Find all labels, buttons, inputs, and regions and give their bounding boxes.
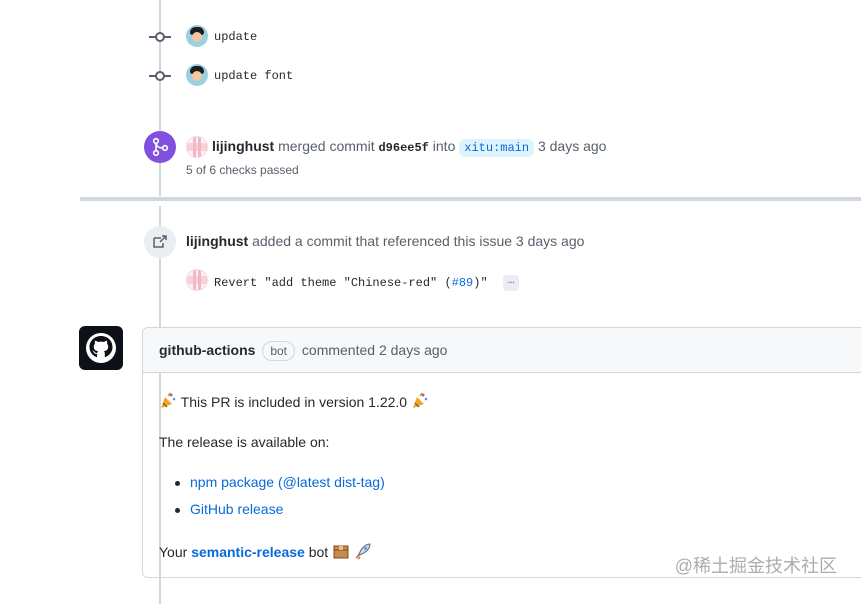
commit-icon — [149, 71, 171, 81]
commit-sha-link[interactable]: d96ee5f — [378, 141, 428, 155]
user-link[interactable]: lijinghust — [212, 138, 274, 154]
comment-line-version: This PR is included in version 1.22.0 — [159, 392, 429, 413]
comment-author-link[interactable]: github-actions — [159, 342, 255, 358]
referenced-commit[interactable]: Revert "add theme "Chinese-red" (#89)" … — [214, 275, 520, 291]
github-logo-icon[interactable] — [79, 326, 123, 370]
timeline-line-top — [159, 0, 161, 196]
footer-prefix: Your — [159, 544, 188, 560]
merge-action: merged commit — [278, 138, 375, 154]
avatar[interactable] — [186, 25, 208, 47]
comment-header-text: github-actions bot commented 2 days ago — [159, 341, 447, 361]
reference-event-description: added a commit that referenced this issu… — [252, 233, 585, 249]
comment-footer: Your semantic-release bot — [159, 542, 372, 563]
issue-link[interactable]: #89 — [452, 276, 474, 290]
avatar[interactable] — [186, 64, 208, 86]
merge-time[interactable]: 3 days ago — [538, 138, 607, 154]
footer-suffix: bot — [308, 544, 329, 560]
rocket-icon — [354, 542, 372, 563]
avatar[interactable] — [186, 269, 208, 291]
merge-event-text: lijinghust merged commit d96ee5f into xi… — [212, 138, 607, 157]
comment-timestamp[interactable]: commented 2 days ago — [302, 342, 448, 358]
comment-box: github-actions bot commented 2 days ago … — [142, 327, 861, 578]
user-link[interactable]: lijinghust — [186, 233, 248, 249]
github-release-link[interactable]: GitHub release — [190, 501, 283, 517]
package-icon — [332, 542, 350, 563]
version-text: This PR is included in version 1.22.0 — [180, 394, 408, 410]
cross-reference-icon — [144, 226, 176, 258]
comment-header: github-actions bot commented 2 days ago — [143, 328, 861, 373]
semantic-release-link[interactable]: semantic-release — [191, 544, 305, 560]
commit-message-link[interactable]: update — [214, 30, 257, 44]
merge-icon — [144, 131, 176, 163]
merge-into: into — [432, 138, 456, 154]
release-available-text: The release is available on: — [159, 434, 330, 450]
list-bullet — [175, 508, 180, 513]
list-bullet — [175, 481, 180, 486]
commit-icon — [149, 32, 171, 42]
bot-badge: bot — [262, 341, 296, 361]
commit-message-link[interactable]: update font — [214, 69, 293, 83]
party-popper-icon — [159, 392, 177, 413]
checks-status-link[interactable]: 5 of 6 checks passed — [186, 163, 299, 177]
expand-commit-button[interactable]: … — [502, 275, 520, 291]
avatar[interactable] — [186, 136, 208, 158]
branch-label[interactable]: xitu:main — [459, 139, 535, 157]
watermark: @稀土掘金技术社区 — [674, 556, 837, 576]
reference-event-text: lijinghust added a commit that reference… — [186, 233, 584, 249]
timeline-divider — [80, 197, 861, 201]
party-popper-icon — [411, 392, 429, 413]
npm-package-link[interactable]: npm package (@latest dist-tag) — [190, 474, 385, 490]
referenced-commit-message-end: )" — [473, 276, 488, 291]
referenced-commit-message: Revert "add theme "Chinese-red" ( — [214, 276, 452, 291]
